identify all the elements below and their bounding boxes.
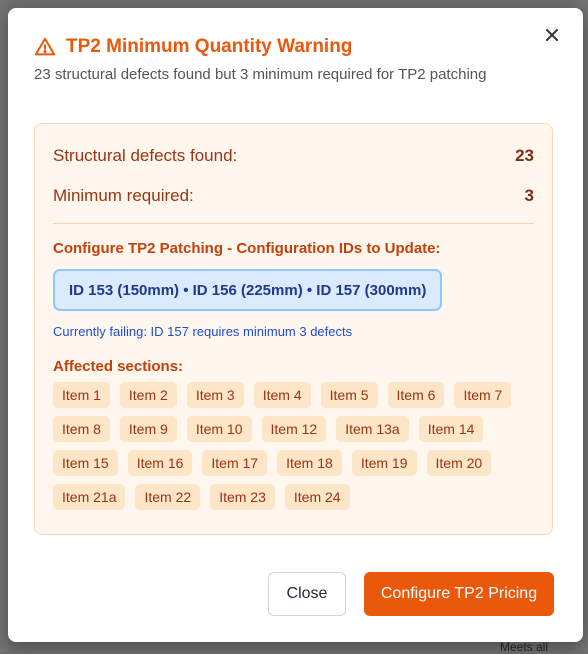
affected-section-chip: Item 18	[277, 450, 342, 476]
affected-row: Item 15 Item 16 Item 17 Item 18 Item 19 Item …	[53, 450, 523, 476]
affected-section-chip: Item 8	[53, 416, 110, 442]
affected-row: Item 8 Item 9 Item 10 Item 12 Item 13a Item 1…	[53, 416, 523, 442]
affected-section-chip: Item 4	[253, 382, 311, 408]
defects-found-row: Structural defects found: 23	[53, 146, 534, 166]
affected-section-chip: Item 2	[119, 382, 177, 408]
affected-section-chip: Item 9	[119, 416, 177, 442]
dialog-subtitle: 23 structural defects found but 3 minimu…	[34, 66, 487, 83]
affected-section-chip: Item 21a	[53, 484, 126, 510]
warning-triangle-icon	[34, 36, 56, 58]
affected-section-chip: Item 23	[210, 484, 275, 510]
defects-found-value: 23	[515, 146, 534, 165]
affected-section-chip: Item 14	[418, 416, 484, 442]
close-button[interactable]: Close	[268, 572, 346, 616]
affected-section-chip: Item 22	[135, 484, 201, 510]
minimum-required-row: Minimum required: 3	[53, 186, 534, 206]
affected-row: Item 21a Item 22 Item 23 Item 24	[53, 484, 523, 510]
affected-section-chip: Item 13a	[336, 416, 409, 442]
affected-section-chip: Item 17	[202, 450, 268, 476]
affected-section-chip: Item 10	[186, 416, 252, 442]
affected-section-chip: Item 24	[284, 484, 350, 510]
defects-found-label: Structural defects found:	[53, 146, 238, 165]
affected-section-chip: Item 19	[351, 450, 417, 476]
affected-section-chip: Item 20	[426, 450, 492, 476]
affected-row: Item 1 Item 2 Item 3 Item 4 Item 5 Item 6 Item…	[53, 382, 523, 408]
affected-sections-heading: Affected sections:	[53, 358, 184, 375]
affected-section-chip: Item 6	[387, 382, 445, 408]
dialog-header: TP2 Minimum Quantity Warning	[34, 36, 352, 58]
affected-section-chip: Item 15	[53, 450, 118, 476]
minimum-required-label: Minimum required:	[53, 186, 194, 205]
affected-section-chip: Item 7	[454, 382, 512, 408]
affected-section-chip: Item 16	[127, 450, 193, 476]
affected-section-chip: Item 5	[320, 382, 378, 408]
config-heading: Configure TP2 Patching - Configuration I…	[53, 240, 441, 257]
affected-section-chip: Item 3	[186, 382, 244, 408]
affected-sections-list: Item 1 Item 2 Item 3 Item 4 Item 5 Item 6 Item…	[53, 382, 523, 518]
panel-divider	[53, 223, 534, 224]
configuration-ids-box[interactable]: ID 153 (150mm) • ID 156 (225mm) • ID 157…	[53, 269, 443, 311]
minimum-required-value: 3	[524, 186, 534, 205]
warning-panel: Structural defects found: 23 Minimum req…	[34, 123, 553, 535]
dialog-title: TP2 Minimum Quantity Warning	[66, 36, 353, 57]
failing-note: Currently failing: ID 157 requires minim…	[53, 324, 353, 339]
affected-section-chip: Item 1	[53, 382, 110, 408]
background-page-left	[0, 0, 8, 652]
warning-dialog: TP2 Minimum Quantity Warning 23 structur…	[8, 8, 583, 642]
configure-tp2-pricing-button[interactable]: Configure TP2 Pricing	[364, 572, 554, 616]
close-icon[interactable]	[543, 26, 561, 44]
affected-section-chip: Item 12	[261, 416, 327, 442]
